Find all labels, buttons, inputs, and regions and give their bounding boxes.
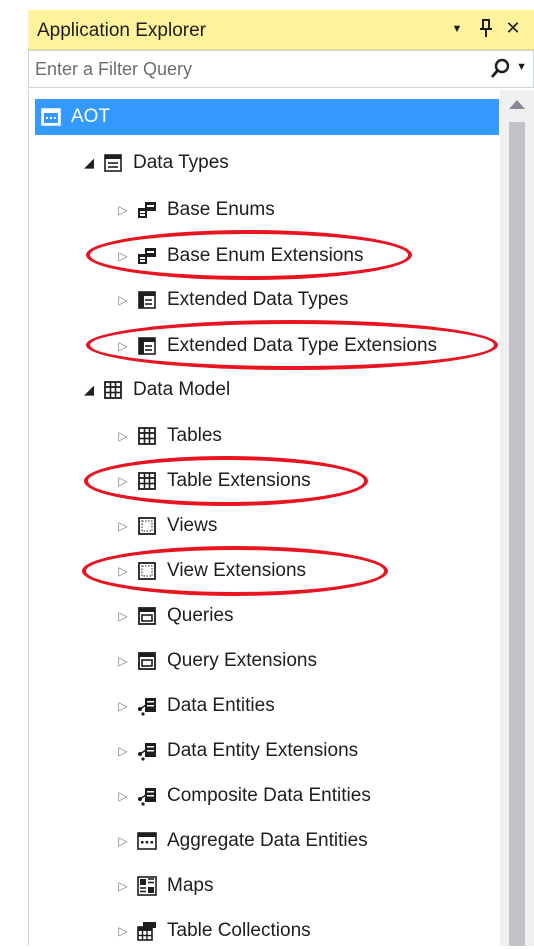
tree-node-label: Maps [167, 875, 214, 896]
table-icon [137, 471, 157, 491]
search-icon[interactable] [489, 57, 511, 81]
tree-node-label: Data Model [133, 379, 231, 400]
filter-bar: ▼ [28, 50, 534, 88]
collapsed-triangle-icon[interactable]: ▷ [115, 339, 131, 353]
tree-node-label: Query Extensions [167, 650, 317, 671]
collapsed-triangle-icon[interactable]: ▷ [115, 564, 131, 578]
collapsed-triangle-icon[interactable]: ▷ [115, 519, 131, 533]
tree-node-views[interactable]: ▷ Views [115, 508, 217, 544]
collapsed-triangle-icon[interactable]: ▷ [115, 789, 131, 803]
tree-node-label: Aggregate Data Entities [167, 830, 368, 851]
tree-node-aggregate-data-entities[interactable]: ▷ Aggregate Data Entities [115, 823, 368, 859]
tree-view: AOT ◢ Data Types ▷ Base Enums ▷ Base Enu… [28, 90, 534, 946]
tree-node-table-collections[interactable]: ▷ Table Collections [115, 913, 311, 949]
tree-node-label: Data Entities [167, 695, 275, 716]
filter-dropdown-icon[interactable]: ▼ [516, 61, 527, 73]
view-icon [137, 516, 157, 536]
tree-node-view-extensions[interactable]: ▷ View Extensions [115, 553, 306, 589]
tree-node-maps[interactable]: ▷ Maps [115, 868, 213, 904]
table-icon [137, 426, 157, 446]
close-icon[interactable]: ✕ [502, 18, 524, 39]
tree-node-composite-data-entities[interactable]: ▷ Composite Data Entities [115, 778, 371, 814]
pin-icon[interactable] [475, 18, 497, 43]
filter-query-input[interactable] [35, 56, 475, 82]
tree-node-tables[interactable]: ▷ Tables [115, 418, 222, 454]
edt-icon [137, 290, 157, 310]
data-entity-icon [137, 786, 157, 806]
tree-node-label: Views [167, 515, 218, 536]
tree-node-label: Extended Data Type Extensions [167, 335, 438, 356]
tree-node-label: Base Enums [167, 199, 275, 220]
tree-node-label: Tables [167, 425, 222, 446]
tree-node-aot[interactable]: AOT [35, 99, 499, 135]
tree-node-label: Table Extensions [167, 470, 311, 491]
panel-dropdown-icon[interactable]: ▼ [446, 23, 468, 35]
panel-title: Application Explorer [37, 20, 206, 41]
collapsed-triangle-icon[interactable]: ▷ [115, 834, 131, 848]
collapsed-triangle-icon[interactable]: ▷ [115, 744, 131, 758]
data-types-icon [103, 153, 123, 173]
collapsed-triangle-icon[interactable]: ▷ [115, 474, 131, 488]
map-icon [137, 876, 157, 896]
tree-node-label: Queries [167, 605, 234, 626]
tree-node-base-enum-extensions[interactable]: ▷ Base Enum Extensions [115, 238, 363, 274]
tree-node-data-entities[interactable]: ▷ Data Entities [115, 688, 275, 724]
tree-node-extended-data-type-extensions[interactable]: ▷ Extended Data Type Extensions [115, 328, 437, 364]
tree-node-label: Composite Data Entities [167, 785, 371, 806]
panel-title-bar: Application Explorer ▼ ✕ [28, 10, 534, 50]
table-collection-icon [137, 921, 157, 941]
tree-node-label: View Extensions [167, 560, 307, 581]
query-icon [137, 606, 157, 626]
tree-node-table-extensions[interactable]: ▷ Table Extensions [115, 463, 311, 499]
tree-node-label: AOT [71, 106, 111, 127]
collapsed-triangle-icon[interactable]: ▷ [115, 429, 131, 443]
data-entity-icon [137, 741, 157, 761]
tree-node-base-enums[interactable]: ▷ Base Enums [115, 192, 275, 228]
tree-node-data-model[interactable]: ◢ Data Model [81, 372, 230, 408]
collapsed-triangle-icon[interactable]: ▷ [115, 924, 131, 938]
aggregate-icon [137, 831, 157, 851]
tree-node-label: Extended Data Types [167, 289, 349, 310]
tree-node-label: Table Collections [167, 920, 311, 941]
tree-node-query-extensions[interactable]: ▷ Query Extensions [115, 643, 317, 679]
collapsed-triangle-icon[interactable]: ▷ [115, 654, 131, 668]
tree-node-extended-data-types[interactable]: ▷ Extended Data Types [115, 282, 348, 318]
query-icon [137, 651, 157, 671]
tree-node-queries[interactable]: ▷ Queries [115, 598, 234, 634]
expanded-triangle-icon[interactable]: ◢ [81, 382, 97, 398]
data-entity-icon [137, 696, 157, 716]
view-icon [137, 561, 157, 581]
edt-icon [137, 336, 157, 356]
collapsed-triangle-icon[interactable]: ▷ [115, 699, 131, 713]
tree-node-label: Data Types [133, 152, 229, 173]
tree-node-label: Base Enum Extensions [167, 245, 364, 266]
aot-icon [41, 107, 61, 127]
tree-node-label: Data Entity Extensions [167, 740, 359, 761]
collapsed-triangle-icon[interactable]: ▷ [115, 293, 131, 307]
collapsed-triangle-icon[interactable]: ▷ [115, 609, 131, 623]
collapsed-triangle-icon[interactable]: ▷ [115, 249, 131, 263]
collapsed-triangle-icon[interactable]: ▷ [115, 879, 131, 893]
expanded-triangle-icon[interactable]: ◢ [81, 155, 97, 171]
tree-node-data-types[interactable]: ◢ Data Types [81, 145, 229, 181]
collapsed-triangle-icon[interactable]: ▷ [115, 203, 131, 217]
table-icon [103, 380, 123, 400]
scrollbar-thumb[interactable] [509, 122, 525, 946]
tree-node-data-entity-extensions[interactable]: ▷ Data Entity Extensions [115, 733, 358, 769]
base-enum-icon [137, 246, 157, 266]
base-enum-icon [137, 200, 157, 220]
scroll-up-arrow-icon[interactable] [509, 100, 525, 109]
vertical-scrollbar[interactable] [500, 90, 534, 946]
